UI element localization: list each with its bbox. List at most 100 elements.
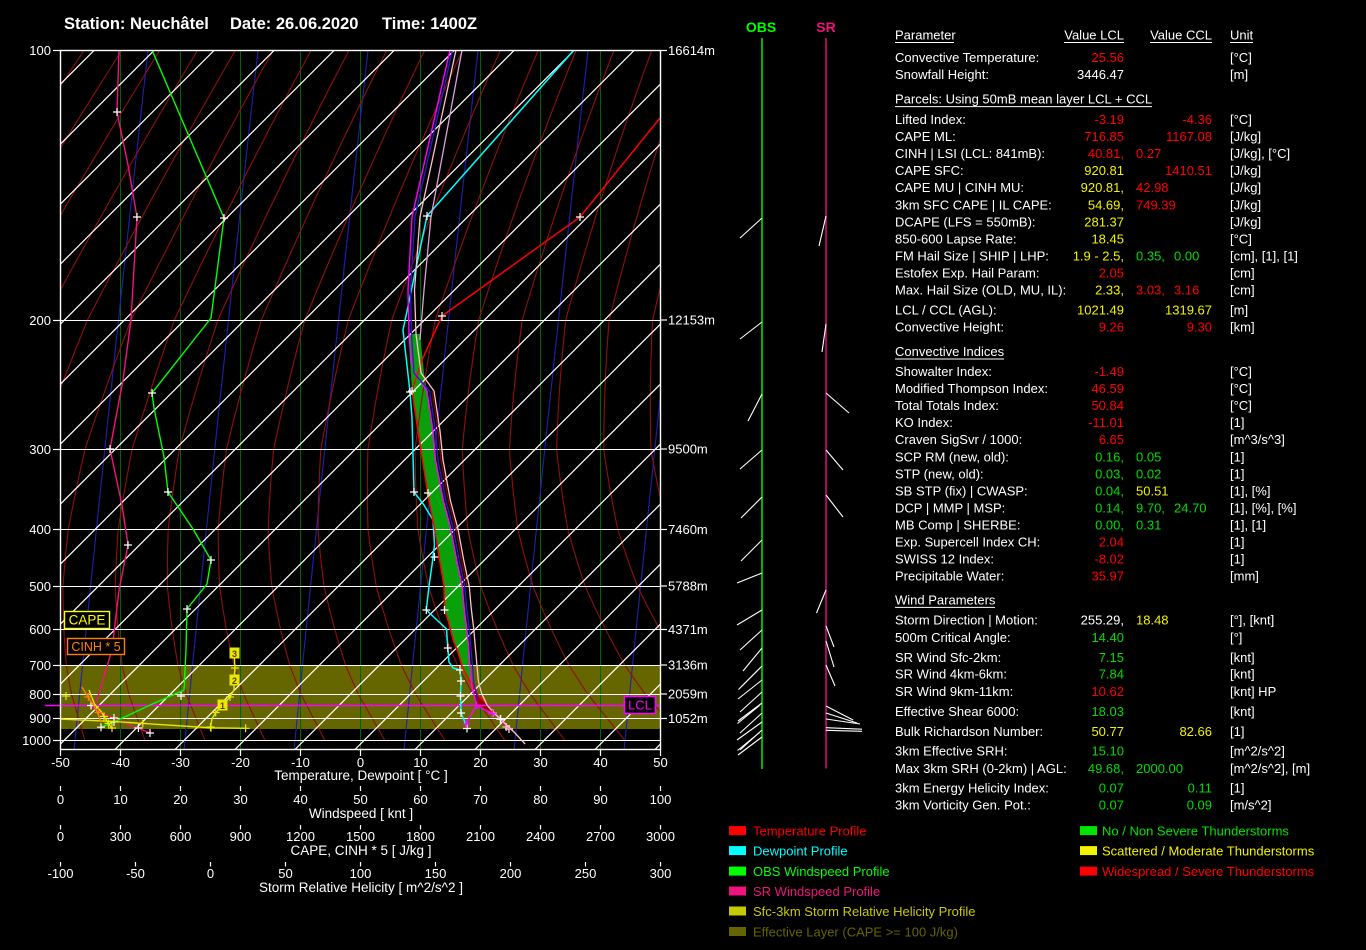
svg-text:82.66: 82.66 bbox=[1179, 724, 1212, 739]
svg-text:Snowfall Height:: Snowfall Height: bbox=[895, 67, 989, 82]
svg-text:0.14,: 0.14, bbox=[1095, 501, 1124, 516]
svg-text:70: 70 bbox=[473, 792, 487, 807]
svg-text:0.16,: 0.16, bbox=[1095, 449, 1124, 464]
svg-text:200: 200 bbox=[500, 866, 522, 881]
svg-text:[1]: [1] bbox=[1230, 449, 1244, 464]
svg-text:Effective Shear 6000:: Effective Shear 6000: bbox=[895, 704, 1019, 719]
svg-text:[1], [%], [%]: [1], [%], [%] bbox=[1230, 501, 1296, 516]
svg-text:2.05: 2.05 bbox=[1099, 266, 1124, 281]
svg-text:Showalter Index:: Showalter Index: bbox=[895, 364, 992, 379]
svg-text:3.16: 3.16 bbox=[1174, 283, 1199, 298]
svg-text:[°]: [°] bbox=[1230, 630, 1242, 645]
svg-text:50.51: 50.51 bbox=[1136, 483, 1169, 498]
svg-text:3km SFC CAPE | IL CAPE:: 3km SFC CAPE | IL CAPE: bbox=[895, 197, 1052, 212]
svg-text:24.70: 24.70 bbox=[1174, 501, 1207, 516]
svg-text:-8.02: -8.02 bbox=[1094, 552, 1124, 567]
svg-text:10: 10 bbox=[113, 792, 127, 807]
svg-text:250: 250 bbox=[575, 866, 597, 881]
svg-text:7460m: 7460m bbox=[668, 522, 708, 537]
svg-text:No / Non Severe Thunderstorms: No / Non Severe Thunderstorms bbox=[1102, 824, 1289, 839]
svg-text:[knt]: [knt] bbox=[1230, 650, 1255, 665]
svg-text:SR Wind 4km-6km:: SR Wind 4km-6km: bbox=[895, 667, 1007, 682]
svg-text:1021.49: 1021.49 bbox=[1077, 302, 1124, 317]
svg-text:[cm], [1], [1]: [cm], [1], [1] bbox=[1230, 249, 1298, 264]
svg-text:2400: 2400 bbox=[526, 829, 555, 844]
svg-text:1000: 1000 bbox=[22, 733, 51, 748]
svg-text:2: 2 bbox=[232, 676, 237, 686]
svg-text:40: 40 bbox=[593, 755, 607, 770]
svg-text:[°C]: [°C] bbox=[1230, 112, 1252, 127]
svg-text:-30: -30 bbox=[171, 755, 190, 770]
svg-text:50: 50 bbox=[653, 755, 667, 770]
svg-text:CAPE ML:: CAPE ML: bbox=[895, 129, 956, 144]
svg-text:Storm Direction | Motion:: Storm Direction | Motion: bbox=[895, 613, 1038, 628]
svg-text:Craven SigSvr / 1000:: Craven SigSvr / 1000: bbox=[895, 432, 1022, 447]
svg-text:3: 3 bbox=[232, 649, 237, 659]
svg-text:[°C]: [°C] bbox=[1230, 50, 1252, 65]
svg-text:281.37: 281.37 bbox=[1084, 214, 1124, 229]
svg-text:716.85: 716.85 bbox=[1084, 129, 1124, 144]
svg-text:[knt] HP: [knt] HP bbox=[1230, 684, 1276, 699]
svg-text:200: 200 bbox=[29, 313, 51, 328]
svg-text:Dewpoint Profile: Dewpoint Profile bbox=[753, 844, 848, 859]
svg-text:DCAPE (LFS = 550mB):: DCAPE (LFS = 550mB): bbox=[895, 214, 1036, 229]
svg-text:KO Index:: KO Index: bbox=[895, 415, 953, 430]
svg-text:0.27: 0.27 bbox=[1136, 146, 1161, 161]
svg-text:DCP | MMP | MSP:: DCP | MMP | MSP: bbox=[895, 501, 1005, 516]
svg-text:1500: 1500 bbox=[346, 829, 375, 844]
svg-text:900: 900 bbox=[29, 711, 51, 726]
svg-text:[J/kg]: [J/kg] bbox=[1230, 197, 1261, 212]
svg-text:[J/kg]: [J/kg] bbox=[1230, 214, 1261, 229]
svg-text:[cm]: [cm] bbox=[1230, 266, 1255, 281]
svg-text:CINH * 5: CINH * 5 bbox=[71, 640, 120, 654]
svg-text:1319.67: 1319.67 bbox=[1165, 302, 1212, 317]
svg-text:54.69,: 54.69, bbox=[1088, 197, 1124, 212]
svg-text:500m Critical Angle:: 500m Critical Angle: bbox=[895, 630, 1011, 645]
svg-text:[cm]: [cm] bbox=[1230, 283, 1255, 298]
svg-text:Sfc-3km Storm Relative Helicit: Sfc-3km Storm Relative Helicity Profile bbox=[753, 904, 976, 919]
svg-text:1800: 1800 bbox=[406, 829, 435, 844]
svg-text:0.03,: 0.03, bbox=[1095, 466, 1124, 481]
svg-text:OBS: OBS bbox=[746, 19, 776, 35]
svg-text:[1], [%]: [1], [%] bbox=[1230, 483, 1270, 498]
svg-text:CAPE SFC:: CAPE SFC: bbox=[895, 163, 964, 178]
svg-text:14.40: 14.40 bbox=[1091, 630, 1124, 645]
svg-text:-4.36: -4.36 bbox=[1182, 112, 1212, 127]
svg-text:700: 700 bbox=[29, 658, 51, 673]
svg-text:0.09: 0.09 bbox=[1187, 797, 1212, 812]
svg-text:49.68,: 49.68, bbox=[1088, 761, 1124, 776]
svg-text:0: 0 bbox=[207, 866, 214, 881]
svg-text:SR Windspeed Profile: SR Windspeed Profile bbox=[753, 884, 880, 899]
svg-text:2100: 2100 bbox=[466, 829, 495, 844]
svg-text:9500m: 9500m bbox=[668, 442, 708, 457]
svg-text:0.07: 0.07 bbox=[1099, 780, 1124, 795]
svg-text:Windspeed [ knt ]: Windspeed [ knt ] bbox=[309, 806, 413, 821]
svg-text:3km Vorticity Gen. Pot.:: 3km Vorticity Gen. Pot.: bbox=[895, 797, 1031, 812]
svg-text:Lifted Index:: Lifted Index: bbox=[895, 112, 966, 127]
svg-text:12153m: 12153m bbox=[668, 313, 715, 328]
svg-text:SR Wind 9km-11km:: SR Wind 9km-11km: bbox=[895, 684, 1013, 699]
svg-text:100: 100 bbox=[650, 792, 672, 807]
svg-text:0.31: 0.31 bbox=[1136, 518, 1161, 533]
svg-text:SR Wind Sfc-2km:: SR Wind Sfc-2km: bbox=[895, 650, 1001, 665]
svg-text:[1]: [1] bbox=[1230, 552, 1244, 567]
svg-text:Temperature Profile: Temperature Profile bbox=[753, 824, 866, 839]
svg-text:100: 100 bbox=[29, 43, 51, 58]
svg-text:749.39: 749.39 bbox=[1136, 197, 1176, 212]
svg-text:920.81: 920.81 bbox=[1084, 163, 1124, 178]
svg-text:7.84: 7.84 bbox=[1099, 667, 1124, 682]
svg-text:9.30: 9.30 bbox=[1187, 320, 1212, 335]
svg-text:-50: -50 bbox=[51, 755, 70, 770]
svg-text:20: 20 bbox=[473, 755, 487, 770]
svg-text:18.03: 18.03 bbox=[1091, 704, 1124, 719]
svg-text:LCL: LCL bbox=[628, 698, 652, 713]
svg-text:-40: -40 bbox=[111, 755, 130, 770]
svg-text:Effective Layer (CAPE >= 100 J: Effective Layer (CAPE >= 100 J/kg) bbox=[753, 925, 958, 940]
svg-text:[1], [1]: [1], [1] bbox=[1230, 518, 1266, 533]
svg-text:Max 3km SRH (0-2km) | AGL:: Max 3km SRH (0-2km) | AGL: bbox=[895, 761, 1067, 776]
svg-text:3km Energy Helicity Index:: 3km Energy Helicity Index: bbox=[895, 780, 1049, 795]
svg-text:Value LCL: Value LCL bbox=[1064, 28, 1124, 43]
svg-text:1.9 - 2.5,: 1.9 - 2.5, bbox=[1073, 249, 1124, 264]
svg-text:Time: 1400Z: Time: 1400Z bbox=[382, 15, 477, 33]
svg-text:1200: 1200 bbox=[286, 829, 315, 844]
